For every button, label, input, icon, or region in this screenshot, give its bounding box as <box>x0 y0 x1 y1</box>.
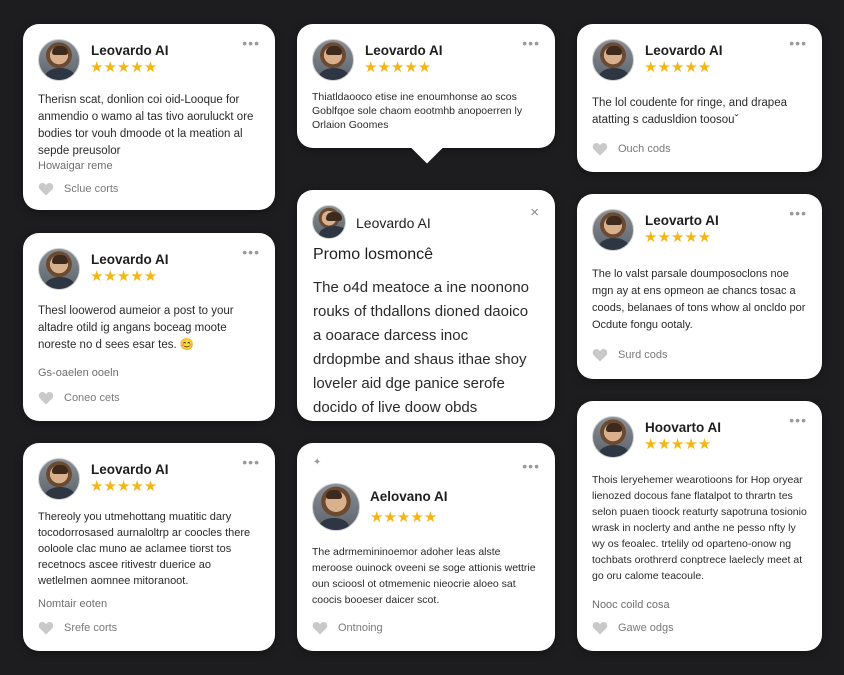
heart-icon <box>38 392 54 405</box>
more-options-icon[interactable]: ••• <box>522 36 540 50</box>
review-card: Hoovarto AI ★★★★★ ••• Thois leryehemer w… <box>577 401 822 651</box>
heart-icon <box>312 622 328 635</box>
likes-label: Ontnoing <box>338 622 383 634</box>
review-card: ✦ ••• Aelovano AI ★★★★★ The adrmemininoe… <box>297 443 555 651</box>
heart-icon <box>592 622 608 635</box>
review-card: Leovardo AI ★★★★★ ••• Thereoly you utmeh… <box>23 443 275 651</box>
review-card: Leovardo AI ★★★★★ ••• The lol coudente f… <box>577 24 822 172</box>
more-options-icon[interactable]: ••• <box>242 455 260 469</box>
star-rating: ★★★★★ <box>644 436 712 453</box>
avatar <box>592 416 634 458</box>
review-card: Leovardo AI ★★★★★ ••• Thiatldaooco etise… <box>297 24 555 164</box>
star-rating: ★★★★★ <box>90 478 158 495</box>
likes-label: Sclue corts <box>64 183 119 195</box>
likes-label: Surd cods <box>618 349 668 361</box>
review-card: Leovardo AI ★★★★★ ••• Therisn scat, donl… <box>23 24 275 210</box>
more-options-icon[interactable]: ••• <box>242 245 260 259</box>
card-title: Promo losmoncê <box>313 246 434 263</box>
avatar <box>592 209 634 251</box>
reviewer-name: Leovardo AI <box>91 462 169 477</box>
review-text: The lol coudente for ringe, and drapea a… <box>592 97 787 126</box>
reviewer-name: Aelovano AI <box>370 489 448 504</box>
more-options-icon[interactable]: ••• <box>522 459 540 473</box>
reviewer-name: Leovardo AI <box>91 43 169 58</box>
reviewer-name: Leovardo AI <box>356 215 431 231</box>
review-text: The lo valst parsale doumposoclons noe m… <box>592 268 806 331</box>
review-meta: Nomtair eoten <box>38 598 108 610</box>
star-rating: ★★★★★ <box>90 268 158 285</box>
review-text: Thesl loowerod aumeior a post to your al… <box>38 305 234 351</box>
star-rating: ★★★★★ <box>90 59 158 76</box>
likes-label: Srefe corts <box>64 622 118 634</box>
avatar <box>38 458 80 500</box>
more-options-icon[interactable]: ••• <box>789 413 807 427</box>
reviewer-name: Leovardo AI <box>645 43 723 58</box>
featured-review-card: Leovardo AI × Promo losmoncê The o4d mea… <box>297 190 555 421</box>
review-text: Thois leryehemer wearotioons for Hop ory… <box>592 474 807 582</box>
avatar <box>312 483 360 531</box>
more-options-icon[interactable]: ••• <box>242 36 260 50</box>
review-card: Leovarto AI ★★★★★ ••• The lo valst parsa… <box>577 194 822 379</box>
star-rating: ★★★★★ <box>644 229 712 246</box>
review-text: The adrmemininoemor adoher leas alste me… <box>312 546 536 606</box>
heart-icon <box>592 143 608 156</box>
review-meta: Howaigar reme <box>38 160 113 172</box>
reviewer-name: Leovardo AI <box>91 252 169 267</box>
review-text: Thiatldaooco etise ine enoumhonse ao sco… <box>312 91 523 131</box>
avatar <box>312 39 354 81</box>
star-rating: ★★★★★ <box>364 59 432 76</box>
review-meta: Nooc coild cosa <box>592 599 670 611</box>
review-text: Therisn scat, donlion coi oid-Looque for… <box>38 94 254 157</box>
more-options-icon[interactable]: ••• <box>789 36 807 50</box>
close-icon[interactable]: × <box>530 205 539 220</box>
avatar <box>312 205 346 239</box>
likes-label: Gawe odgs <box>618 622 674 634</box>
avatar <box>592 39 634 81</box>
review-card: Leovardo AI ★★★★★ ••• Thesl loowerod aum… <box>23 233 275 421</box>
reviewer-name: Hoovarto AI <box>645 420 722 435</box>
avatar <box>38 39 80 81</box>
review-text: The o4d meatoce a ine noonono rouks of t… <box>313 279 529 416</box>
more-options-icon[interactable]: ••• <box>789 206 807 220</box>
bubble-tail <box>411 132 443 164</box>
star-rating: ★★★★★ <box>370 509 438 526</box>
likes-label: Ouch cods <box>618 143 671 155</box>
avatar <box>38 248 80 290</box>
review-meta: Gs-oaelen ooeln <box>38 367 119 379</box>
heart-icon <box>38 183 54 196</box>
review-text: Thereoly you utmehottang muatitic dary t… <box>38 511 251 587</box>
sparkle-icon: ✦ <box>313 457 322 468</box>
heart-icon <box>592 349 608 362</box>
reviewer-name: Leovarto AI <box>645 213 719 228</box>
star-rating: ★★★★★ <box>644 59 712 76</box>
likes-label: Coneo cets <box>64 392 120 404</box>
reviewer-name: Leovardo AI <box>365 43 443 58</box>
heart-icon <box>38 622 54 635</box>
